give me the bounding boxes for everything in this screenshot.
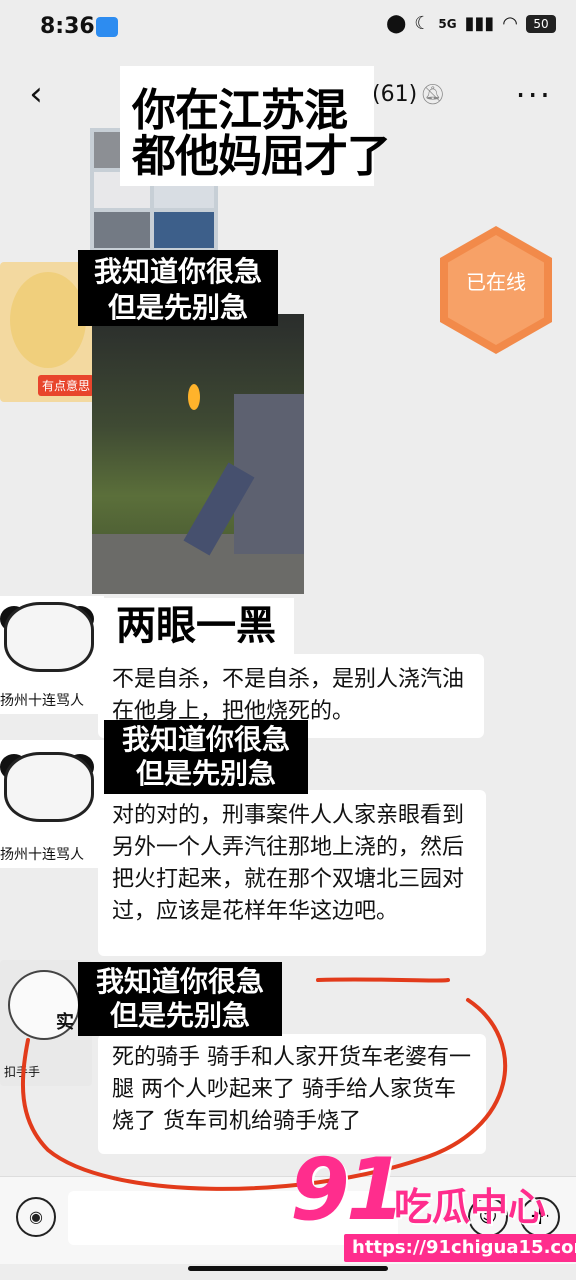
battery-icon: 50: [526, 14, 556, 33]
chat-bubble[interactable]: 死的骑手 骑手和人家开货车老婆有一腿 两个人吵起来了 骑手给人家货车烧了 货车司…: [98, 1034, 486, 1154]
location-icon: ⬤: [386, 13, 407, 34]
more-options-button[interactable]: ···: [515, 76, 552, 114]
panda-face: [4, 752, 94, 822]
status-time: 8:36: [40, 14, 95, 39]
face-tag-label: 有点意思: [37, 375, 94, 396]
panda-face: [4, 602, 94, 672]
home-indicator[interactable]: [188, 1266, 388, 1271]
watermark-url: https://91chigua15.com: [344, 1234, 576, 1262]
online-badge-label: 已在线: [466, 270, 526, 294]
meme-caption-line: 我知道你很急: [121, 723, 290, 756]
avatar-label: 扣手手: [4, 1065, 41, 1079]
meme-caption-line: 但是先别急: [107, 291, 248, 324]
meme-caption-line: 我知道你很急: [93, 255, 262, 288]
meme-caption-faint: 两眼一黑: [98, 598, 294, 654]
watermark-logo-text: 吃瓜中心: [394, 1185, 547, 1229]
meme-caption-wait: 我知道你很急 但是先别急: [104, 720, 308, 794]
meme-caption-line: 我知道你很急: [95, 965, 264, 998]
chat-bubble[interactable]: 对的对的，刑事案件人人家亲眼看到另外一个人弄汽往那地上浇的，然后把火打起来，就在…: [98, 790, 486, 956]
meme-caption-line: 但是先别急: [109, 999, 250, 1032]
chat-header: ‹ 你在江苏混 都他妈屈才了 (61) 🔕︎ ···: [0, 56, 576, 186]
watermark-logo-number: 91: [290, 1140, 406, 1240]
collage-cell: [94, 212, 150, 248]
panda-meme-sticker[interactable]: 扬州十连骂人: [0, 596, 104, 714]
panda-sticker-label: 扬州十连骂人: [0, 847, 84, 863]
panda-sticker-label: 扬州十连骂人: [0, 693, 84, 709]
avatar-tag: 实: [56, 1012, 74, 1033]
title-caption-overlay: 你在江苏混 都他妈屈才了: [120, 66, 391, 186]
status-bar: 8:36 ⬤ ☾ 5G ▮▮▮ ◠ 50: [0, 0, 576, 56]
wifi-icon: ◠: [502, 13, 518, 34]
collage-cell: [154, 212, 214, 248]
photo-fire: [188, 384, 200, 410]
fire-scene-photo[interactable]: [92, 314, 304, 594]
status-indicators: ⬤ ☾ 5G ▮▮▮ ◠ 50: [386, 13, 556, 34]
face-shape: [10, 272, 86, 368]
back-arrow-icon[interactable]: ‹: [16, 74, 56, 118]
meme-caption-line: 但是先别急: [135, 757, 276, 790]
meme-caption-wait: 我知道你很急 但是先别急: [78, 962, 282, 1036]
member-count: (61): [372, 82, 418, 107]
app-notification-icon: [96, 17, 118, 37]
chat-screen: 8:36 ⬤ ☾ 5G ▮▮▮ ◠ 50 ‹ 你在江苏混 都他妈屈才了 (61)…: [0, 0, 576, 1280]
mute-bell-icon: 🔕︎: [420, 82, 446, 106]
panda-meme-sticker[interactable]: 扬州十连骂人: [0, 740, 104, 868]
network-label: 5G: [438, 16, 457, 31]
voice-input-icon[interactable]: ◉: [16, 1197, 56, 1237]
signal-icon: ▮▮▮: [464, 13, 495, 34]
online-status-badge[interactable]: 已在线: [440, 226, 552, 354]
title-caption-line-2: 都他妈屈才了: [132, 131, 391, 182]
moon-icon: ☾: [414, 13, 431, 34]
meme-caption-wait: 我知道你很急 但是先别急: [78, 250, 278, 326]
title-caption-line-1: 你在江苏混: [132, 85, 348, 136]
